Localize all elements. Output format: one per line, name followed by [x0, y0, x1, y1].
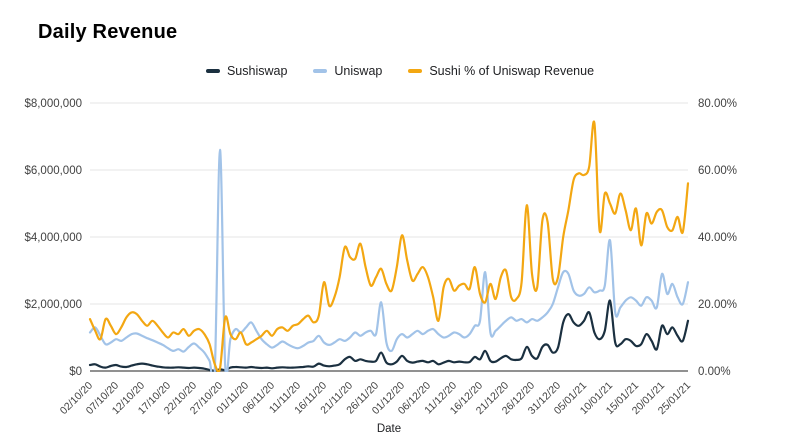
chart-canvas[interactable]: $8,000,000 80.00% $6,000,000 60.00% $4,000,0… [0, 0, 800, 447]
y-axis-label-left: $8,000,000 [24, 98, 82, 110]
y-axis-label-left: $2,000,000 [24, 299, 82, 311]
x-axis-title: Date [90, 423, 688, 435]
y-axis-label-right: 40.00% [698, 232, 737, 244]
y-axis-label-right: 60.00% [698, 165, 737, 177]
y-axis-label-right: 80.00% [698, 98, 737, 110]
y-axis-label-left: $0 [69, 366, 82, 378]
series-line-sushiswap [90, 300, 688, 370]
y-axis-label-left: $6,000,000 [24, 165, 82, 177]
y-axis-label-right: 20.00% [698, 299, 737, 311]
y-axis-label-left: $4,000,000 [24, 232, 82, 244]
series-line-sushi-pct [90, 122, 688, 372]
y-axis-label-right: 0.00% [698, 366, 731, 378]
daily-revenue-chart: Daily Revenue Sushiswap Uniswap Sushi % … [0, 0, 800, 447]
